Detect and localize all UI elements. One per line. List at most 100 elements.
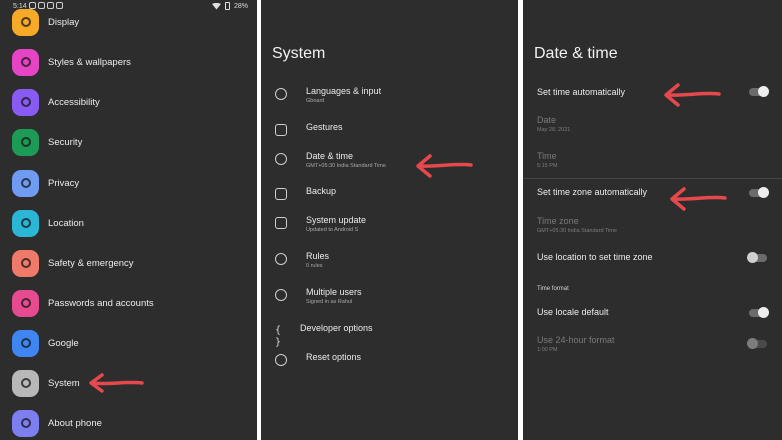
page-title: Date & time [534,45,618,62]
item-label: Reset options [306,352,362,362]
clock-icon [275,153,287,165]
gesture-phone-icon [275,124,287,136]
item-label: Multiple users [306,287,362,297]
item-subtitle: 0 rules [306,263,323,269]
set-time-zone-automatically-row[interactable]: Set time zone automatically [537,187,782,197]
system-panel: System Languages & input Gboard Gestures … [261,0,518,440]
item-subtitle: Gboard [306,98,325,104]
settings-item-security[interactable]: Security [12,128,82,156]
system-item-languages-input[interactable]: Languages & input Gboard [275,86,518,104]
setting-value: May 28, 2021 [537,127,571,133]
system-item-developer-options[interactable]: { } Developer options [275,323,518,348]
system-item-date-time[interactable]: Date & time GMT+05:30 India Standard Time [275,151,518,169]
globe-icon [275,88,287,100]
item-label: Languages & input [306,86,382,96]
setting-label: Date [537,115,557,125]
system-item-gestures[interactable]: Gestures [275,122,518,136]
setting-label: Time [537,151,557,161]
accessibility-icon [12,88,39,116]
settings-item-styles-wallpapers[interactable]: Styles & wallpapers [12,48,131,76]
set-time-automatically-row[interactable]: Set time automatically [537,87,782,97]
item-label: Gestures [306,122,343,132]
annotation-arrow [664,83,721,107]
settings-item-system[interactable]: System [12,369,80,397]
use-24-hour-row: Use 24-hour format 1:00 PM [537,335,782,353]
page-title: System [272,45,326,62]
date-time-panel: Date & time Set time automatically Date … [523,0,782,440]
settings-item-location[interactable]: Location [12,209,84,237]
setting-value: GMT+05:30 India Standard Time [537,228,617,234]
use-location-row[interactable]: Use location to set time zone [537,252,782,262]
info-icon [12,369,39,397]
eye-icon [12,169,39,197]
settings-item-label: About phone [48,417,102,429]
battery-level: 28% [233,2,248,10]
lock-icon [12,128,39,156]
system-item-rules[interactable]: Rules 0 rules [275,251,518,269]
account-icon [12,289,39,317]
wifi-icon [211,2,221,10]
rules-icon [275,253,287,265]
settings-item-label: Display [48,16,80,28]
google-icon [12,329,39,357]
settings-item-label: Google [48,337,79,349]
settings-item-label: Accessibility [48,96,100,108]
settings-item-safety-emergency[interactable]: Safety & emergency [12,249,134,277]
item-label: Backup [306,186,337,196]
item-subtitle: Updated to Android S [306,227,359,233]
cloud-upload-icon [275,188,287,200]
setting-label: Set time automatically [537,87,626,97]
braces-icon: { } [275,325,282,348]
settings-item-about-phone[interactable]: About phone [12,409,102,437]
item-label: Rules [306,251,330,261]
setting-value: 5:15 PM [537,163,558,169]
item-label: Date & time [306,151,354,161]
settings-item-label: System [48,377,80,389]
use-location-toggle[interactable] [747,252,767,263]
system-item-multiple-users[interactable]: Multiple users Signed in as Rahul [275,287,518,305]
settings-item-label: Styles & wallpapers [48,56,131,68]
setting-label: Use locale default [537,307,609,317]
item-subtitle: Signed in as Rahul [306,299,353,305]
settings-item-label: Location [48,217,84,229]
settings-item-accessibility[interactable]: Accessibility [12,88,100,116]
item-subtitle: GMT+05:30 India Standard Time [306,163,386,169]
settings-item-privacy[interactable]: Privacy [12,169,79,197]
settings-item-label: Passwords and accounts [48,297,154,309]
settings-item-label: Privacy [48,177,80,189]
divider [523,178,782,179]
time-row: Time 5:15 PM [537,151,782,169]
palette-icon [12,48,39,76]
settings-item-google[interactable]: Google [12,329,79,357]
asterisk-icon [12,249,39,277]
setting-label: Time zone [537,216,579,226]
setting-label: Set time zone automatically [537,187,648,197]
setting-label: Use location to set time zone [537,252,653,262]
phone-icon [12,409,39,437]
settings-panel: 5:14 28% Display Styles & wallpapers Acc… [0,0,257,440]
use-locale-default-toggle[interactable] [749,307,769,318]
setting-value: 1:00 PM [537,347,558,353]
set-time-automatically-toggle[interactable] [749,86,769,97]
section-header: Time format [537,286,569,292]
system-item-reset-options[interactable]: Reset options [275,352,518,366]
settings-item-display[interactable]: Display [12,8,79,36]
system-item-backup[interactable]: Backup [275,186,518,200]
battery-icon [224,2,230,10]
set-time-zone-automatically-toggle[interactable] [749,187,769,198]
annotation-arrow [89,373,144,393]
display-icon [12,8,39,36]
person-icon [275,289,287,301]
annotation-arrow [670,187,727,211]
location-pin-icon [12,209,39,237]
history-icon [275,354,287,366]
use-locale-default-row[interactable]: Use locale default [537,307,782,317]
setting-label: Use 24-hour format [537,335,615,345]
settings-item-label: Safety & emergency [48,257,134,269]
item-label: System update [306,215,367,225]
system-item-system-update[interactable]: System update Updated to Android S [275,215,518,233]
time-zone-row: Time zone GMT+05:30 India Standard Time [537,216,782,234]
item-label: Developer options [300,323,373,333]
settings-item-passwords-accounts[interactable]: Passwords and accounts [12,289,154,317]
annotation-arrow [416,154,473,178]
